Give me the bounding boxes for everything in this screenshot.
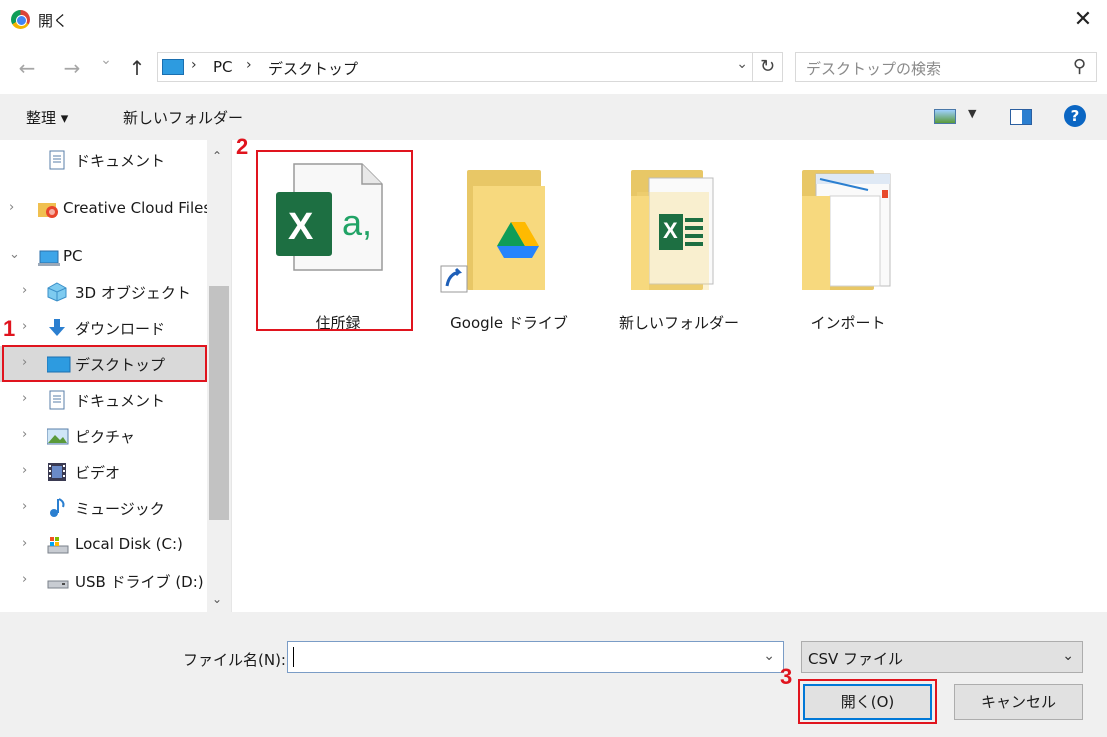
step-number-1: 1 bbox=[3, 316, 16, 341]
sidebar-item-usb-drive[interactable]: › USB ドライブ (D:) bbox=[0, 563, 207, 599]
expand-chevron-icon[interactable]: › bbox=[22, 391, 27, 406]
sidebar-item-label: ドキュメント bbox=[75, 152, 166, 170]
filename-label: ファイル名(N): bbox=[183, 651, 286, 669]
music-icon bbox=[47, 498, 67, 518]
video-icon bbox=[47, 462, 67, 482]
breadcrumb-desktop[interactable]: デスクトップ bbox=[268, 58, 358, 79]
sidebar-item-label: Local Disk (C:) bbox=[75, 535, 183, 553]
file-name: 新しいフォルダー bbox=[618, 314, 739, 332]
sidebar-item-label: Creative Cloud Files bbox=[63, 199, 212, 217]
sidebar-item-label: ドキュメント bbox=[75, 392, 166, 410]
expand-chevron-icon[interactable]: › bbox=[22, 536, 27, 551]
local-disk-icon bbox=[47, 535, 69, 555]
file-item-import[interactable]: インポート bbox=[770, 152, 926, 340]
sidebar-item-3d-objects[interactable]: › 3D オブジェクト bbox=[0, 274, 207, 310]
google-drive-folder-icon bbox=[439, 166, 569, 300]
3d-objects-icon bbox=[47, 282, 67, 302]
usb-drive-icon bbox=[47, 571, 69, 591]
highlight-address-book-file bbox=[256, 150, 413, 331]
file-type-dropdown-icon[interactable]: ⌄ bbox=[1062, 648, 1074, 664]
sidebar-item-documents-top[interactable]: ドキュメント bbox=[0, 142, 207, 178]
step-number-2: 2 bbox=[236, 134, 249, 159]
scrollbar-thumb[interactable] bbox=[209, 286, 229, 520]
search-box[interactable]: デスクトップの検索 ⚲ bbox=[795, 52, 1097, 82]
folder-document-icon bbox=[798, 166, 898, 300]
scroll-up-icon[interactable]: ⌃ bbox=[212, 149, 222, 163]
file-item-new-folder[interactable]: X 新しいフォルダー bbox=[601, 152, 757, 340]
recent-locations-button[interactable]: ⌄ bbox=[94, 52, 118, 68]
folder-excel-icon: X bbox=[627, 166, 727, 300]
up-button[interactable]: ↑ bbox=[125, 56, 149, 80]
highlight-desktop bbox=[2, 345, 207, 382]
dialog-footer: ファイル名(N): ⌄ CSV ファイル ⌄ 開く(O) キャンセル bbox=[0, 612, 1107, 737]
breadcrumb-separator: › bbox=[191, 57, 197, 73]
new-folder-button[interactable]: 新しいフォルダー bbox=[123, 107, 243, 128]
file-name: Google ドライブ bbox=[450, 314, 568, 332]
highlight-open-button bbox=[798, 679, 937, 724]
file-type-select[interactable]: CSV ファイル ⌄ bbox=[801, 641, 1083, 673]
expand-chevron-icon[interactable]: › bbox=[22, 499, 27, 514]
documents-icon bbox=[47, 150, 67, 170]
sidebar-scrollbar[interactable]: ⌃ ⌄ bbox=[207, 140, 231, 612]
help-button[interactable]: ? bbox=[1064, 105, 1086, 127]
expand-chevron-icon[interactable]: › bbox=[22, 283, 27, 298]
expand-chevron-icon[interactable]: › bbox=[22, 463, 27, 478]
forward-button[interactable]: → bbox=[60, 56, 84, 80]
filename-input[interactable]: ⌄ bbox=[287, 641, 784, 673]
address-dropdown-icon[interactable]: ⌄ bbox=[736, 56, 748, 72]
sidebar-item-label: ビデオ bbox=[75, 464, 121, 482]
sidebar-item-music[interactable]: › ミュージック bbox=[0, 490, 207, 526]
breadcrumb-separator: › bbox=[246, 57, 252, 73]
breadcrumb-pc[interactable]: PC bbox=[213, 58, 233, 76]
scroll-down-icon[interactable]: ⌄ bbox=[212, 592, 222, 606]
sidebar-item-label: PC bbox=[63, 247, 83, 265]
expand-chevron-icon[interactable]: › bbox=[22, 572, 27, 587]
download-icon bbox=[47, 318, 67, 338]
back-button[interactable]: ← bbox=[15, 56, 39, 80]
file-item-google-drive[interactable]: Google ドライブ bbox=[431, 152, 587, 340]
search-icon[interactable]: ⚲ bbox=[1073, 56, 1086, 77]
sidebar-item-label: 3D オブジェクト bbox=[75, 284, 191, 302]
sidebar-item-creative-cloud[interactable]: › Creative Cloud Files bbox=[0, 191, 211, 227]
expand-chevron-icon[interactable]: › bbox=[9, 200, 14, 215]
pc-icon bbox=[162, 59, 184, 75]
documents-icon bbox=[47, 390, 67, 410]
file-type-value: CSV ファイル bbox=[808, 650, 904, 668]
collapse-chevron-icon[interactable]: ⌄ bbox=[9, 247, 20, 262]
title-bar: 開く ✕ bbox=[0, 0, 1107, 40]
command-toolbar: 整理 ▾ 新しいフォルダー ▼ ? bbox=[0, 94, 1107, 140]
cancel-button[interactable]: キャンセル bbox=[954, 684, 1083, 720]
creative-cloud-icon bbox=[37, 199, 58, 219]
sidebar-item-pc[interactable]: ⌄ PC bbox=[0, 239, 207, 275]
excel-letter: X bbox=[663, 218, 678, 243]
sidebar-item-label: USB ドライブ (D:) bbox=[75, 573, 204, 591]
organize-button[interactable]: 整理 ▾ bbox=[26, 107, 68, 128]
expand-chevron-icon[interactable]: › bbox=[22, 319, 27, 334]
file-name: インポート bbox=[810, 314, 886, 332]
sidebar-item-downloads[interactable]: › ダウンロード bbox=[0, 310, 207, 346]
sidebar-item-local-disk[interactable]: › Local Disk (C:) bbox=[0, 527, 207, 563]
expand-chevron-icon[interactable]: › bbox=[22, 427, 27, 442]
window-title: 開く bbox=[38, 12, 69, 30]
chrome-icon bbox=[11, 10, 30, 29]
step-number-3: 3 bbox=[780, 664, 793, 689]
pictures-icon bbox=[46, 426, 69, 446]
search-placeholder: デスクトップの検索 bbox=[806, 60, 942, 78]
filename-dropdown-icon[interactable]: ⌄ bbox=[763, 648, 775, 664]
view-dropdown-icon[interactable]: ▼ bbox=[968, 107, 976, 120]
sidebar-item-documents[interactable]: › ドキュメント bbox=[0, 382, 207, 418]
text-caret bbox=[293, 647, 294, 667]
sidebar-item-pictures[interactable]: › ピクチャ bbox=[0, 418, 207, 454]
sidebar-item-label: ピクチャ bbox=[75, 428, 135, 446]
address-bar[interactable]: › PC › デスクトップ ⌄ ↻ bbox=[157, 52, 783, 82]
refresh-button[interactable]: ↻ bbox=[752, 53, 782, 81]
close-button[interactable]: ✕ bbox=[1069, 6, 1097, 34]
sidebar-item-label: ミュージック bbox=[75, 500, 165, 518]
pc-icon bbox=[37, 247, 60, 267]
preview-pane-icon[interactable] bbox=[1010, 109, 1032, 125]
change-view-icon[interactable] bbox=[934, 109, 956, 124]
sidebar-item-videos[interactable]: › ビデオ bbox=[0, 454, 207, 490]
sidebar-item-label: ダウンロード bbox=[75, 320, 166, 338]
